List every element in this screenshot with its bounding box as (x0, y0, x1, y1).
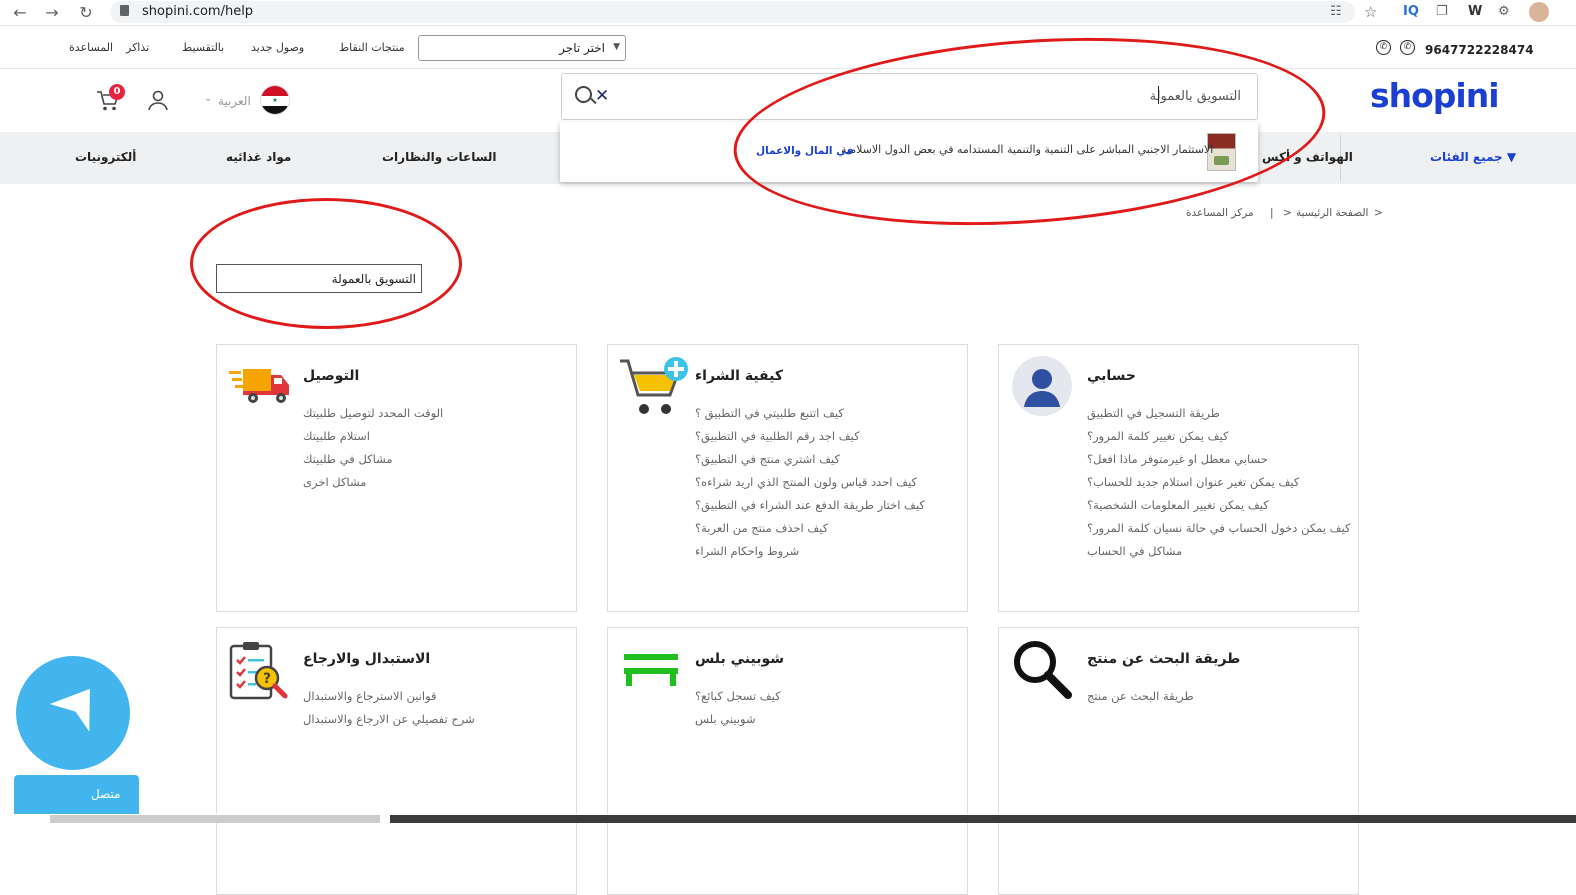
points-products-link[interactable]: منتجات النقاط (339, 41, 405, 54)
tickets-link[interactable]: تذاكر (126, 41, 149, 54)
card-title[interactable]: شوبيني بلس (695, 651, 784, 667)
card-link[interactable]: مشاكل في طلبيتك (303, 452, 393, 466)
card-link[interactable]: الوقت المحدد لتوصيل طلبيتك (303, 406, 443, 420)
back-arrow-icon[interactable]: ← (10, 3, 30, 23)
card-link[interactable]: كيف يمكن دخول الحساب في حالة نسيان كلمة … (1087, 521, 1351, 535)
category-watches[interactable]: الساعات والنظارات (382, 150, 497, 164)
card-link[interactable]: شوبيني بلس (695, 712, 756, 726)
card-link[interactable]: كيف احذف منتج من العربة؟ (695, 521, 828, 535)
category-electronics[interactable]: ألكترونيات (75, 150, 136, 164)
new-arrivals-link[interactable]: وصول جديد (251, 41, 304, 54)
help-card-product-search[interactable]: طريقة البحث عن منتج طريقة البحث عن منتج (998, 627, 1359, 895)
card-link[interactable]: شروط واحكام الشراء (695, 544, 799, 558)
help-card-how-to-buy[interactable]: كيفية الشراء كيف اتتبع طلبيتي في التطبيق… (607, 344, 968, 612)
clear-icon[interactable]: ✕ (595, 86, 609, 106)
puzzle-icon[interactable]: ⚙ (1498, 3, 1510, 21)
truck-icon (229, 369, 289, 403)
chat-status-label: متصل (91, 787, 121, 801)
help-card-shopini-plus[interactable]: شوبيني بلس كيف تسجل كبائع؟ شوبيني بلس (607, 627, 968, 895)
url-text: shopini.com/help (142, 4, 254, 19)
phone-number[interactable]: 9647722228474 (1425, 43, 1534, 57)
svg-text:?: ? (263, 671, 271, 687)
cart-count-badge: 0 (109, 84, 125, 100)
annotation-ellipse (190, 198, 462, 329)
shopini-plus-icon (624, 654, 678, 686)
chevron-down-icon[interactable]: ⌄ (204, 93, 212, 104)
lock-icon (120, 5, 129, 16)
breadcrumb-separator: > (1283, 207, 1292, 219)
top-strip (0, 29, 1576, 69)
address-bar[interactable] (110, 1, 1355, 23)
shopini-logo[interactable]: shopini (1370, 76, 1500, 115)
card-link[interactable]: طريقة التسجيل في التطبيق (1087, 406, 1220, 420)
card-link[interactable]: كيف يمكن تغيير كلمة المرور؟ (1087, 429, 1228, 443)
translate-icon[interactable]: ☷ (1330, 3, 1342, 21)
card-link[interactable]: كيف يمكن تغير عنوان استلام جديد للحساب؟ (1087, 475, 1299, 489)
iraq-flag-icon[interactable]: ★ (260, 85, 290, 115)
phone-icon[interactable]: ✆ (1400, 40, 1415, 55)
help-link[interactable]: المساعدة (69, 41, 113, 54)
user-avatar-icon (1012, 356, 1072, 416)
all-categories-label: جميع الفئات (1430, 150, 1503, 164)
breadcrumb-home[interactable]: الصفحة الرئيسية (1296, 207, 1368, 219)
forward-arrow-icon[interactable]: → (42, 3, 62, 23)
copy-icon[interactable]: ❐ (1436, 3, 1448, 21)
card-link[interactable]: شرح تفصيلي عن الارجاع والاستبدال (303, 712, 475, 726)
breadcrumb-bar: | (1270, 207, 1274, 219)
card-link[interactable]: استلام طلبيتك (303, 429, 370, 443)
magnifier-icon (1014, 641, 1072, 699)
breadcrumb-separator: > (1374, 207, 1383, 219)
scrollbar-track[interactable] (50, 815, 380, 823)
card-link[interactable]: كيف اشتري منتج في التطبيق؟ (695, 452, 840, 466)
card-link[interactable]: كيف اتتبع طلبيتي في التطبيق ؟ (695, 406, 844, 420)
help-card-delivery[interactable]: التوصيل الوقت المحدد لتوصيل طلبيتك استلا… (216, 344, 577, 612)
card-title[interactable]: التوصيل (303, 368, 359, 384)
card-link[interactable]: كيف احدد قياس ولون المنتج الذي اريد شراء… (695, 475, 917, 489)
reload-icon[interactable]: ↻ (76, 3, 96, 23)
card-link[interactable]: قوانين الاسترجاع والاستبدال (303, 689, 437, 703)
card-link[interactable]: كيف اختار طريقة الدفع عند الشراء في التط… (695, 498, 925, 512)
card-link[interactable]: كيف يمكن تغيير المعلومات الشخصية؟ (1087, 498, 1269, 512)
chat-launcher[interactable] (16, 656, 130, 770)
cart-plus-icon (620, 357, 688, 414)
help-card-returns[interactable]: ? الاستبدال والارجاع قوانين الاسترجاع وا… (216, 627, 577, 895)
search-icon[interactable] (575, 86, 592, 103)
dropdown-arrow-icon: ▼ (613, 42, 620, 52)
iq-extension-icon[interactable]: IQ (1403, 3, 1419, 21)
card-title[interactable]: طريقة البحث عن منتج (1087, 651, 1240, 667)
store-select-value: اختر تاجر (559, 41, 605, 55)
card-link[interactable]: مشاكل اخرى (303, 475, 366, 489)
installments-link[interactable]: بالتقسيط (182, 41, 224, 54)
category-food[interactable]: مواد غذائيه (226, 150, 291, 164)
send-arrow-icon (49, 688, 90, 732)
card-link[interactable]: كيف اجد رقم الطلبية في التطبيق؟ (695, 429, 860, 443)
user-icon[interactable] (146, 88, 170, 112)
clipboard-search-icon: ? (229, 642, 288, 700)
breadcrumb-current: مركز المساعدة (1186, 207, 1254, 219)
store-select[interactable]: اختر تاجر ▼ (418, 35, 626, 61)
browser-toolbar: ← → ↻ shopini.com/help ☷ ☆ IQ ❐ W ⚙ (0, 0, 1576, 26)
card-link[interactable]: كيف تسجل كبائع؟ (695, 689, 781, 703)
caret-down-icon: ▼ (1506, 150, 1517, 164)
card-link[interactable]: حسابي معطل او غيرمتوفر ماذا افعل؟ (1087, 452, 1268, 466)
scrollbar-thumb[interactable] (390, 815, 1576, 823)
all-categories-button[interactable]: جميع الفئات ▼ (1430, 150, 1516, 164)
help-card-my-account[interactable]: حسابي طريقة التسجيل في التطبيق كيف يمكن … (998, 344, 1359, 612)
card-title[interactable]: الاستبدال والارجاع (303, 651, 430, 667)
card-title[interactable]: كيفية الشراء (695, 368, 783, 384)
card-link[interactable]: مشاكل في الحساب (1087, 544, 1182, 558)
card-link[interactable]: طريقة البحث عن منتج (1087, 689, 1194, 703)
card-title[interactable]: حسابي (1087, 368, 1136, 384)
profile-avatar[interactable] (1529, 2, 1549, 22)
star-icon[interactable]: ☆ (1364, 3, 1377, 21)
language-label[interactable]: العربية (218, 94, 251, 108)
w-extension-icon[interactable]: W (1468, 3, 1482, 21)
whatsapp-icon[interactable]: ✆ (1376, 40, 1391, 55)
